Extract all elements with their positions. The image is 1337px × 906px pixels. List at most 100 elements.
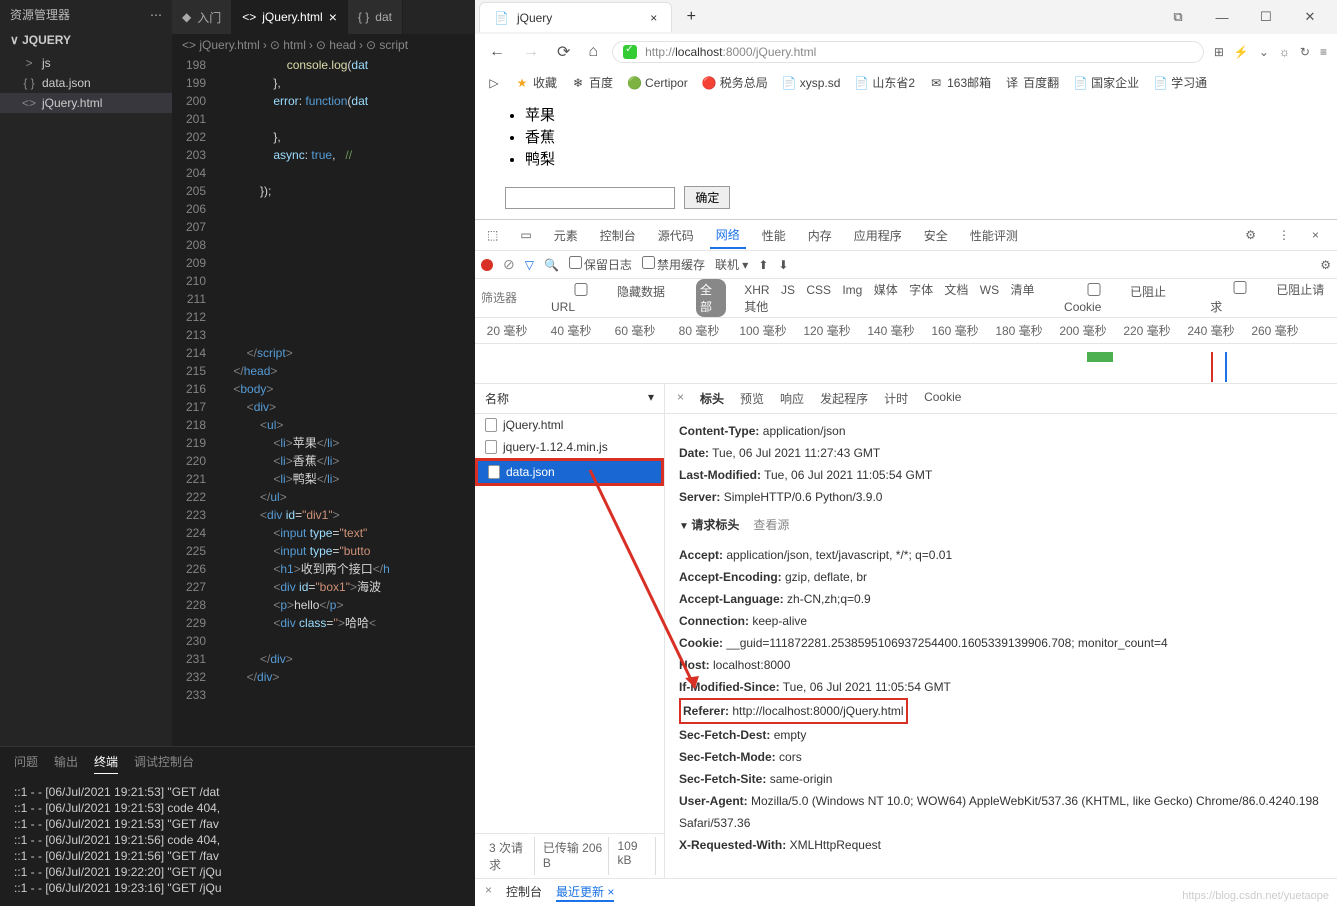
clear-icon[interactable]: ⊘	[503, 256, 515, 273]
chevron-down-icon[interactable]: ⌄	[1259, 45, 1269, 59]
download-icon[interactable]: ⬇	[778, 258, 788, 272]
devtools-tab[interactable]: 性能	[756, 223, 792, 248]
bookmark[interactable]: 🔴税务总局	[702, 74, 768, 91]
devtools-tab[interactable]: 网络	[710, 222, 746, 249]
more-icon[interactable]: ⋮	[1272, 224, 1296, 246]
sun-icon[interactable]: ☼	[1279, 45, 1290, 59]
type-filter[interactable]: 文档	[940, 281, 972, 299]
filter-input[interactable]	[481, 291, 541, 305]
close-icon[interactable]: ×	[1306, 224, 1325, 246]
devtools-tab[interactable]: 性能评测	[964, 223, 1024, 248]
home-icon[interactable]: ⌂	[584, 41, 602, 63]
gear-icon[interactable]: ⚙	[1320, 258, 1331, 272]
bookmark[interactable]: 🟢Certipor	[627, 76, 688, 90]
menu-icon[interactable]: ≡	[1320, 45, 1327, 59]
filter-all[interactable]: 全部	[696, 279, 726, 317]
type-filter[interactable]: 媒体	[870, 281, 902, 299]
close-icon[interactable]: ×	[650, 11, 657, 25]
chevron-down-icon[interactable]: ▾	[648, 390, 654, 407]
network-request[interactable]: data.json	[475, 458, 664, 486]
detail-tab[interactable]: 标头	[700, 390, 724, 407]
device-icon[interactable]: ▭	[514, 224, 537, 246]
bookmark[interactable]: ❄百度	[571, 74, 613, 91]
forward-icon[interactable]: →	[519, 41, 543, 63]
devtools-tab[interactable]: 源代码	[652, 223, 700, 248]
editor-tab[interactable]: { }dat	[348, 0, 403, 34]
terminal-tab[interactable]: 输出	[54, 753, 78, 774]
search-icon[interactable]: 🔍	[544, 258, 559, 272]
network-request[interactable]: jQuery.html	[475, 414, 664, 436]
bookmark[interactable]: ▷	[487, 76, 501, 90]
detail-tab[interactable]: 预览	[740, 390, 764, 407]
bookmark[interactable]: ★收藏	[515, 74, 557, 91]
bolt-icon[interactable]: ⚡	[1234, 45, 1249, 59]
overlay-icon[interactable]: ⧉	[1157, 9, 1199, 25]
record-icon[interactable]	[481, 259, 493, 271]
breadcrumb[interactable]: ⊙ html	[270, 38, 306, 52]
breadcrumb[interactable]: <> jQuery.html	[182, 38, 260, 52]
browser-tab[interactable]: 📄 jQuery ×	[479, 2, 672, 32]
gear-icon[interactable]: ⚙	[1239, 224, 1262, 246]
inspect-icon[interactable]: ⬚	[481, 224, 504, 246]
devtools-tab[interactable]: 安全	[918, 223, 954, 248]
bookmark[interactable]: 译百度翻	[1005, 74, 1059, 91]
terminal-output[interactable]: ::1 - - [06/Jul/2021 19:21:53] "GET /dat…	[0, 780, 475, 900]
tree-item[interactable]: >js	[0, 53, 172, 73]
blocked-req[interactable]: 已阻止请求	[1210, 281, 1331, 315]
code-editor[interactable]: 198 console.log(dat199 },200 error: func…	[172, 56, 475, 746]
hide-data-url[interactable]: 隐藏数据 URL	[551, 283, 686, 314]
breadcrumb[interactable]: ⊙ head	[316, 38, 356, 52]
preserve-log[interactable]: 保留日志	[569, 256, 632, 273]
network-request[interactable]: jquery-1.12.4.min.js	[475, 436, 664, 458]
submit-button[interactable]: 确定	[684, 186, 730, 209]
close-drawer-icon[interactable]: ×	[485, 883, 492, 902]
blocked-cookie[interactable]: 已阻止 Cookie	[1064, 283, 1200, 314]
project-name[interactable]: JQUERY	[22, 33, 71, 47]
maximize-icon[interactable]: ☐	[1245, 9, 1287, 25]
close-detail-icon[interactable]: ×	[677, 390, 684, 407]
more-icon[interactable]: ⋯	[150, 8, 162, 22]
bookmark[interactable]: 📄国家企业	[1073, 74, 1139, 91]
terminal-tab[interactable]: 终端	[94, 753, 118, 774]
online-select[interactable]: 联机 ▾	[715, 256, 748, 273]
detail-tab[interactable]: Cookie	[924, 390, 961, 407]
close-window-icon[interactable]: ✕	[1289, 9, 1331, 25]
history-icon[interactable]: ↻	[1300, 45, 1310, 59]
type-filter[interactable]: Img	[838, 281, 866, 299]
editor-tab[interactable]: <>jQuery.html×	[232, 0, 348, 34]
address-bar[interactable]: http://localhost:8000/jQuery.html	[612, 41, 1204, 63]
drawer-console[interactable]: 控制台	[506, 883, 542, 902]
type-filter[interactable]: CSS	[802, 281, 835, 299]
disable-cache[interactable]: 禁用缓存	[642, 256, 705, 273]
minimize-icon[interactable]: —	[1201, 10, 1243, 25]
type-filter[interactable]: JS	[777, 281, 799, 299]
drawer-whatsnew[interactable]: 最近更新 ×	[556, 883, 614, 902]
devtools-tab[interactable]: 元素	[548, 223, 584, 248]
qr-icon[interactable]: ⊞	[1214, 45, 1224, 59]
detail-tab[interactable]: 计时	[884, 390, 908, 407]
upload-icon[interactable]: ⬆	[758, 258, 768, 272]
terminal-tab[interactable]: 调试控制台	[134, 753, 194, 774]
devtools-tab[interactable]: 应用程序	[848, 223, 908, 248]
detail-tab[interactable]: 响应	[780, 390, 804, 407]
back-icon[interactable]: ←	[485, 41, 509, 63]
type-filter[interactable]: 其他	[740, 298, 772, 316]
reload-icon[interactable]: ⟳	[553, 40, 574, 64]
filter-icon[interactable]: ▽	[525, 258, 534, 272]
type-filter[interactable]: 字体	[905, 281, 937, 299]
bookmark[interactable]: 📄山东省2	[854, 74, 915, 91]
new-tab-button[interactable]: +	[678, 4, 704, 30]
type-filter[interactable]: XHR	[740, 281, 773, 299]
type-filter[interactable]: 清单	[1006, 281, 1038, 299]
devtools-tab[interactable]: 控制台	[594, 223, 642, 248]
editor-tab[interactable]: ◆入门	[172, 0, 232, 34]
terminal-tab[interactable]: 问题	[14, 753, 38, 774]
devtools-tab[interactable]: 内存	[802, 223, 838, 248]
bookmark[interactable]: ✉163邮箱	[929, 74, 991, 91]
breadcrumb[interactable]: ⊙ script	[366, 38, 408, 52]
detail-tab[interactable]: 发起程序	[820, 390, 868, 407]
type-filter[interactable]: WS	[976, 281, 1003, 299]
bookmark[interactable]: 📄学习通	[1153, 74, 1207, 91]
timeline-canvas[interactable]	[475, 344, 1337, 384]
text-input[interactable]	[505, 187, 675, 209]
